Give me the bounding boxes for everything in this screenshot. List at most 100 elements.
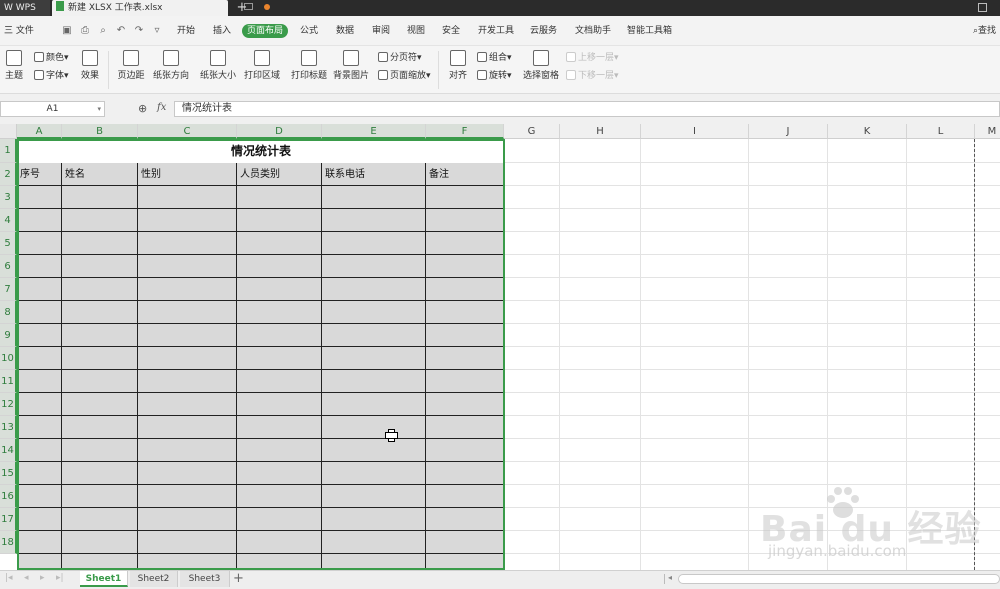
fonts-label: 字体 — [46, 71, 65, 81]
horizontal-scrollbar[interactable] — [678, 574, 1000, 584]
name-box[interactable]: A1 ▾ — [0, 101, 105, 117]
title-cell[interactable]: 情况统计表 — [17, 139, 505, 163]
menu-developer[interactable]: 开发工具 — [478, 16, 514, 46]
print-preview-icon[interactable]: ⌕ — [98, 26, 108, 36]
send-backward-button[interactable]: 下移一层▾ — [566, 70, 619, 82]
menu-view[interactable]: 视图 — [407, 16, 425, 46]
page-break-button[interactable]: 分页符▾ — [378, 52, 422, 64]
print-titles-button[interactable]: 打印标题 — [290, 50, 328, 81]
column-header-d[interactable]: D — [237, 124, 322, 139]
add-sheet-button[interactable]: + — [233, 571, 244, 586]
wps-app-tab[interactable]: W WPS — [0, 0, 50, 16]
header-cell-name[interactable]: 姓名 — [62, 164, 85, 186]
align-button[interactable]: 对齐 — [444, 50, 472, 81]
orientation-button[interactable]: 纸张方向 — [151, 50, 191, 81]
column-header-l[interactable]: L — [907, 124, 975, 139]
fx-icon[interactable]: fx — [157, 102, 166, 113]
menu-data[interactable]: 数据 — [336, 16, 354, 46]
sheet-tab-2[interactable]: Sheet2 — [130, 571, 178, 587]
menu-insert[interactable]: 插入 — [213, 16, 231, 46]
file-tab-label: 新建 XLSX 工作表.xlsx — [68, 3, 163, 13]
header-cell-phone[interactable]: 联系电话 — [322, 164, 365, 186]
menu-smart-toolbox[interactable]: 智能工具箱 — [627, 16, 672, 46]
menu-home[interactable]: 开始 — [177, 16, 195, 46]
row-header-15[interactable]: 15 — [0, 462, 17, 485]
save-icon[interactable]: ▣ — [62, 26, 72, 36]
column-header-h[interactable]: H — [560, 124, 641, 139]
group-button[interactable]: 组合▾ — [477, 52, 512, 64]
menu-review[interactable]: 审阅 — [372, 16, 390, 46]
row-header-4[interactable]: 4 — [0, 209, 17, 232]
header-cell-gender[interactable]: 性别 — [138, 164, 161, 186]
formula-input[interactable]: 情况统计表 — [174, 101, 1000, 117]
paper-size-button[interactable]: 纸张大小 — [199, 50, 237, 81]
column-header-g[interactable]: G — [504, 124, 560, 139]
header-cell-category[interactable]: 人员类别 — [237, 164, 280, 186]
row-header-10[interactable]: 10 — [0, 347, 17, 370]
column-header-j[interactable]: J — [749, 124, 828, 139]
undo-icon[interactable]: ↶ — [116, 26, 126, 36]
select-all-corner[interactable] — [0, 124, 17, 139]
redo-icon[interactable]: ↷ — [134, 26, 144, 36]
fonts-button[interactable]: 字体▾ — [34, 70, 69, 82]
print-area-button[interactable]: 打印区域 — [242, 50, 282, 81]
row-header-18[interactable]: 18 — [0, 531, 17, 554]
scroll-left-icon[interactable]: ◂ — [668, 573, 672, 582]
customize-quickbar-icon[interactable]: ▿ — [152, 26, 162, 36]
column-header-a[interactable]: A — [17, 124, 62, 139]
row-header-7[interactable]: 7 — [0, 278, 17, 301]
last-sheet-icon[interactable]: ▸| — [56, 573, 64, 583]
file-menu[interactable]: 三 文件 — [4, 16, 34, 46]
selection-pane-button[interactable]: 选择窗格 — [522, 50, 560, 81]
row-header-8[interactable]: 8 — [0, 301, 17, 324]
spreadsheet-grid[interactable]: ABCDEFGHIJKLM 1 2 3 4 5 6 7 8 9 10 11 12 13 14 15 16 17 1… — [0, 124, 1000, 570]
column-header-m[interactable]: M — [975, 124, 1000, 139]
column-header-k[interactable]: K — [828, 124, 907, 139]
new-tab-button[interactable]: + — [234, 0, 250, 16]
row-header-2[interactable]: 2 — [0, 163, 17, 186]
header-cell-notes[interactable]: 备注 — [426, 164, 449, 186]
row-header-1[interactable]: 1 — [0, 139, 17, 163]
row-header-14[interactable]: 14 — [0, 439, 17, 462]
colors-button[interactable]: 颜色▾ — [34, 52, 69, 64]
menu-security[interactable]: 安全 — [442, 16, 460, 46]
column-header-b[interactable]: B — [62, 124, 138, 139]
margins-button[interactable]: 页边距 — [117, 50, 145, 81]
header-cell-number[interactable]: 序号 — [17, 164, 40, 186]
row-header-6[interactable]: 6 — [0, 255, 17, 278]
column-header-c[interactable]: C — [138, 124, 237, 139]
file-tab[interactable]: 新建 XLSX 工作表.xlsx — [52, 0, 270, 16]
bring-forward-button[interactable]: 上移一层▾ — [566, 52, 619, 64]
window-restore-icon[interactable] — [978, 3, 987, 12]
column-header-i[interactable]: I — [641, 124, 749, 139]
row-header-12[interactable]: 12 — [0, 393, 17, 416]
menu-cloud[interactable]: 云服务 — [530, 16, 557, 46]
theme-button[interactable]: 主题 — [3, 50, 25, 81]
row-header-11[interactable]: 11 — [0, 370, 17, 393]
menu-formulas[interactable]: 公式 — [300, 16, 318, 46]
search-button[interactable]: ⌕查找 — [973, 16, 996, 46]
first-sheet-icon[interactable]: |◂ — [5, 573, 13, 583]
prev-sheet-icon[interactable]: ◂ — [24, 573, 29, 583]
sheet-tab-1[interactable]: Sheet1 — [80, 571, 128, 587]
zoom-icon[interactable]: ⊕ — [138, 102, 147, 115]
row-header-9[interactable]: 9 — [0, 324, 17, 347]
row-header-13[interactable]: 13 — [0, 416, 17, 439]
sheet-tab-3[interactable]: Sheet3 — [180, 571, 230, 587]
effects-button[interactable]: 效果 — [78, 50, 102, 81]
next-sheet-icon[interactable]: ▸ — [40, 573, 45, 583]
row-header-3[interactable]: 3 — [0, 186, 17, 209]
menu-doc-assistant[interactable]: 文档助手 — [575, 16, 611, 46]
page-zoom-button[interactable]: 页面缩放▾ — [378, 70, 431, 82]
column-header-f[interactable]: F — [426, 124, 504, 139]
rotate-button[interactable]: 旋转▾ — [477, 70, 512, 82]
chevron-down-icon[interactable]: ▾ — [97, 102, 101, 116]
row-header-17[interactable]: 17 — [0, 508, 17, 531]
ribbon-separator — [438, 51, 439, 89]
row-header-16[interactable]: 16 — [0, 485, 17, 508]
column-header-e[interactable]: E — [322, 124, 426, 139]
print-icon[interactable]: ⎙ — [80, 26, 90, 36]
menu-page-layout[interactable]: 页面布局 — [242, 24, 289, 38]
row-header-5[interactable]: 5 — [0, 232, 17, 255]
background-image-button[interactable]: 背景图片 — [332, 50, 370, 81]
